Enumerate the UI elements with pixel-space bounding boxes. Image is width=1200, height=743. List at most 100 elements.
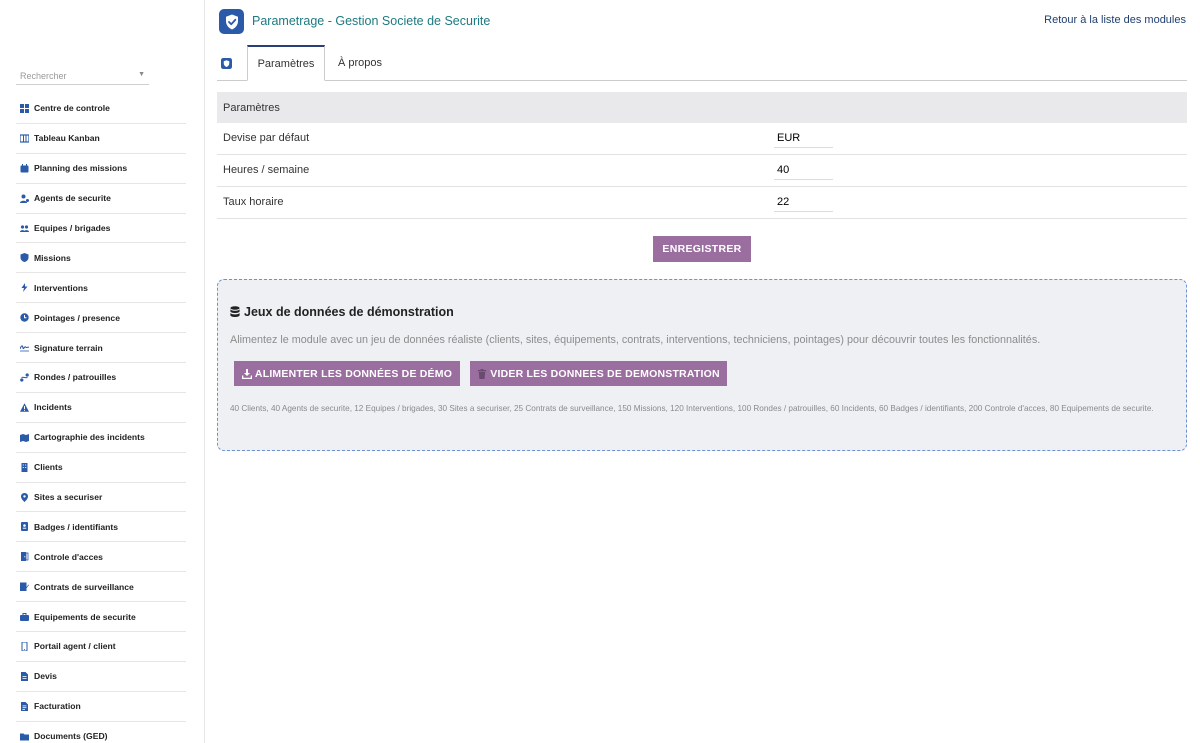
sidebar-item-label: Devis <box>34 671 57 682</box>
sidebar-item-badges-identifiants[interactable]: Badges / identifiants <box>16 512 186 543</box>
sidebar-item-equipements-de-securite[interactable]: Equipements de securite <box>16 602 186 633</box>
hours-per-week-field[interactable] <box>774 160 833 180</box>
file-icon <box>20 671 29 681</box>
mobile-icon <box>20 641 29 651</box>
params-table: Paramètres Devise par défaut Heures / se… <box>217 92 1187 219</box>
sidebar-item-clients[interactable]: Clients <box>16 453 186 483</box>
sidebar-item-label: Interventions <box>34 282 88 293</box>
feed-demo-data-button[interactable]: ALIMENTER LES DONNÉES DE DÉMO <box>234 361 460 386</box>
sidebar-item-label: Equipes / brigades <box>34 223 111 233</box>
users-icon <box>20 224 29 233</box>
bolt-icon <box>20 283 29 293</box>
param-label: Heures / semaine <box>223 164 310 176</box>
sidebar-item-label: Pointages / presence <box>34 312 120 323</box>
sidebar-item-label: Contrats de surveillance <box>34 581 134 592</box>
sidebar-item-label: Agents de securite <box>34 193 111 204</box>
sidebar-item-label: Cartographie des incidents <box>34 432 145 443</box>
search-select[interactable]: ▼ <box>16 66 149 85</box>
sidebar-item-label: Badges / identifiants <box>34 521 119 532</box>
sidebar-item-label: Documents (GED) <box>34 731 108 742</box>
sidebar-item-centre-de-controle[interactable]: Centre de controle <box>16 94 186 124</box>
back-to-modules-link[interactable]: Retour à la liste des modules <box>1044 14 1186 26</box>
sidebar-item-label: Facturation <box>34 701 81 712</box>
param-label: Devise par défaut <box>223 132 310 144</box>
sidebar-item-label: Sites a securiser <box>34 492 103 503</box>
database-icon <box>230 306 240 317</box>
sidebar-item-documents-ged[interactable]: Documents (GED) <box>16 722 186 743</box>
sidebar-item-tableau-kanban[interactable]: Tableau Kanban <box>16 124 186 154</box>
currency-field[interactable] <box>774 128 833 148</box>
hourly-rate-field[interactable] <box>774 192 833 212</box>
feed-demo-label: ALIMENTER LES DONNÉES DE DÉMO <box>254 367 453 380</box>
sidebar-item-devis[interactable]: Devis <box>16 662 186 692</box>
sidebar-item-label: Tableau Kanban <box>34 133 100 144</box>
param-row-rate: Taux horaire <box>217 187 1187 219</box>
tab-a-propos[interactable]: À propos <box>338 45 382 81</box>
sidebar-item-cartographie-des-incidents[interactable]: Cartographie des incidents <box>16 423 186 453</box>
shield-icon <box>20 253 29 263</box>
kanban-icon <box>20 134 29 143</box>
sidebar-item-pointages-presence[interactable]: Pointages / presence <box>16 303 186 334</box>
search-input[interactable] <box>16 67 131 81</box>
sidebar-item-contrats-de-surveillance[interactable]: Contrats de surveillance <box>16 572 186 603</box>
demo-title-wrap: Jeux de données de démonstration <box>230 305 454 319</box>
sidebar-item-label: Centre de controle <box>34 103 110 114</box>
sidebar-item-label: Portail agent / client <box>34 641 116 652</box>
sidebar-item-label: Equipements de securite <box>34 611 136 622</box>
shield-check-icon <box>225 14 238 29</box>
sidebar-item-label: Clients <box>34 462 63 473</box>
clear-demo-data-button[interactable]: VIDER LES DONNEES DE DEMONSTRATION <box>470 361 727 386</box>
download-icon <box>241 368 252 379</box>
invoice-icon <box>20 701 29 711</box>
toolbox-icon <box>20 612 29 622</box>
tab-bar: Paramètres À propos <box>217 45 1187 81</box>
calendar-icon <box>20 163 29 173</box>
caret-down-icon[interactable]: ▼ <box>138 71 145 78</box>
param-label: Taux horaire <box>223 196 284 208</box>
sidebar-item-rondes-patrouilles[interactable]: Rondes / patrouilles <box>16 363 186 393</box>
sidebar-item-equipes-brigades[interactable]: Equipes / brigades <box>16 214 186 244</box>
sidebar-item-sites-a-securiser[interactable]: Sites a securiser <box>16 483 186 513</box>
sidebar-item-facturation[interactable]: Facturation <box>16 692 186 722</box>
map-pin-icon <box>20 492 29 502</box>
contract-icon <box>20 582 29 592</box>
sidebar-item-controle-d-acces[interactable]: Controle d'acces <box>16 542 186 573</box>
sidebar-item-label: Rondes / patrouilles <box>34 372 117 383</box>
sidebar-nav: Centre de controle Tableau Kanban Planning… <box>16 94 186 743</box>
save-button[interactable]: ENREGISTRER <box>653 236 751 262</box>
sidebar-item-missions[interactable]: Missions <box>16 243 186 274</box>
app-logo <box>219 9 244 34</box>
id-badge-icon <box>20 522 29 532</box>
params-header: Paramètres <box>217 92 1187 123</box>
sidebar-item-label: Missions <box>34 252 71 263</box>
param-row-hours: Heures / semaine <box>217 155 1187 187</box>
sidebar-item-agents-de-securite[interactable]: Agents de securite <box>16 184 186 214</box>
demo-data-panel: Jeux de données de démonstration Aliment… <box>217 279 1187 451</box>
clear-demo-label: VIDER LES DONNEES DE DEMONSTRATION <box>490 367 720 380</box>
demo-description: Alimentez le module avec un jeu de donné… <box>230 334 1041 346</box>
route-icon <box>20 373 29 382</box>
sidebar: ▼ Centre de controle Tableau Kanban Planni… <box>0 0 205 743</box>
user-cog-icon <box>20 194 29 203</box>
tab-parametres[interactable]: Paramètres <box>247 45 325 81</box>
sidebar-item-signature-terrain[interactable]: Signature terrain <box>16 333 186 364</box>
demo-title: Jeux de données de démonstration <box>244 305 454 319</box>
trash-icon <box>478 368 487 379</box>
demo-summary: 40 Clients, 40 Agents de securite, 12 Eq… <box>230 404 1154 413</box>
door-icon <box>20 552 29 562</box>
page-title: Parametrage - Gestion Societe de Securit… <box>252 14 491 28</box>
param-row-currency: Devise par défaut <box>217 123 1187 155</box>
sidebar-item-label: Controle d'acces <box>34 551 103 562</box>
sidebar-item-portail-agent-client[interactable]: Portail agent / client <box>16 632 186 662</box>
folder-icon <box>20 732 29 741</box>
sidebar-item-label: Incidents <box>34 402 72 413</box>
module-icon[interactable] <box>221 58 232 69</box>
grid-icon <box>20 103 29 113</box>
sidebar-item-label: Planning des missions <box>34 163 128 174</box>
clock-icon <box>20 313 29 322</box>
sidebar-item-interventions[interactable]: Interventions <box>16 273 186 304</box>
sidebar-item-label: Signature terrain <box>34 342 103 353</box>
map-icon <box>20 433 29 442</box>
sidebar-item-planning-des-missions[interactable]: Planning des missions <box>16 154 186 184</box>
sidebar-item-incidents[interactable]: Incidents <box>16 393 186 423</box>
